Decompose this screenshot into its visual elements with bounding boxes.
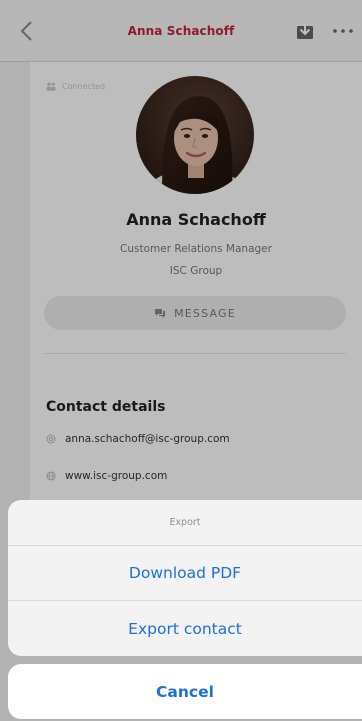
download-pdf-button[interactable]: Download PDF [8, 546, 362, 601]
action-sheet-title: Export [8, 500, 362, 546]
export-action-sheet: Export Download PDF Export contact [8, 500, 362, 656]
export-contact-button[interactable]: Export contact [8, 601, 362, 656]
contact-profile-screen: Anna Schachoff Connected Anna Schachoff … [0, 0, 362, 721]
cancel-button[interactable]: Cancel [8, 664, 362, 719]
